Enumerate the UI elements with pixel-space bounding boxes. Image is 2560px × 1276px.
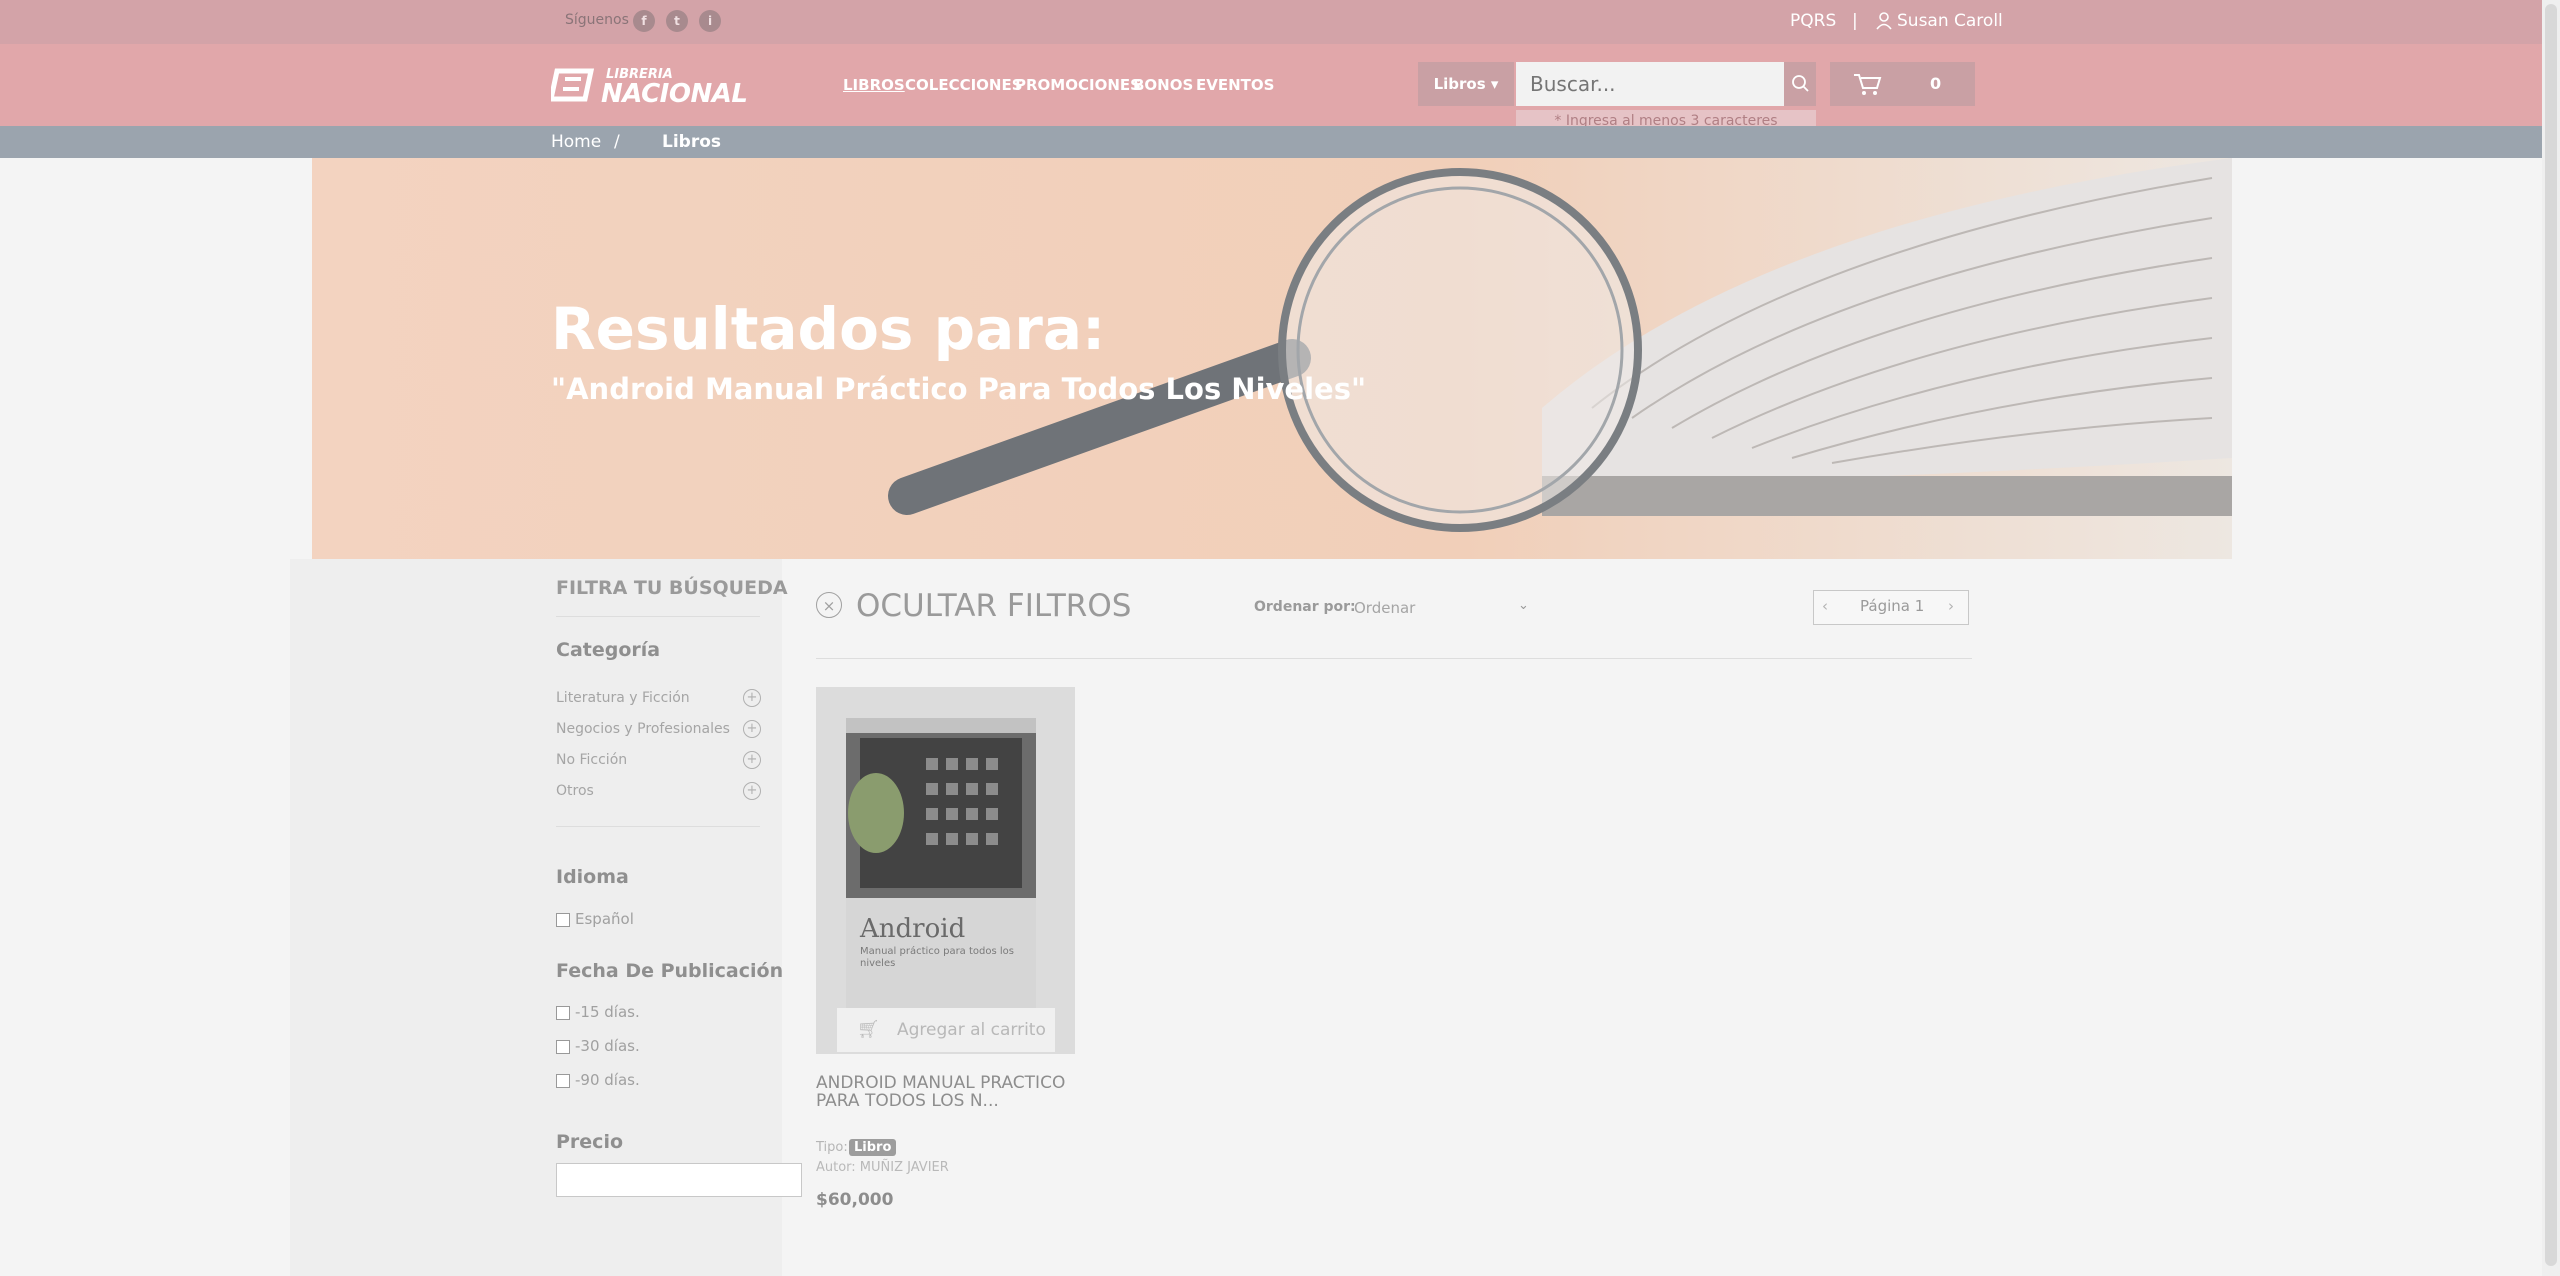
expand-icon[interactable]: +: [743, 720, 761, 738]
date-15-label: -15 días.: [575, 1003, 640, 1021]
product-type-badge: Libro: [849, 1139, 897, 1156]
product-name[interactable]: ANDROID MANUAL PRACTICO PARA TODOS LOS N…: [816, 1074, 1078, 1110]
search-button[interactable]: [1784, 62, 1816, 106]
category-no-ficcion[interactable]: No Ficción: [556, 752, 627, 768]
cover-title: Android: [860, 914, 966, 944]
price-title: Precio: [556, 1131, 624, 1153]
language-title: Idioma: [556, 866, 629, 888]
product-type-label: Tipo:: [816, 1140, 848, 1155]
filters-title: FILTRA TU BÚSQUEDA: [556, 577, 788, 599]
nav-promociones[interactable]: PROMOCIONES: [1015, 76, 1141, 94]
nav-eventos[interactable]: EVENTOS: [1196, 76, 1274, 94]
language-label: Español: [575, 910, 634, 928]
user-icon[interactable]: [1876, 11, 1892, 31]
twitter-icon[interactable]: t: [666, 10, 688, 32]
price-input[interactable]: [556, 1163, 802, 1197]
category-literatura[interactable]: Literatura y Ficción: [556, 690, 690, 706]
cart-icon: 🛒︎: [857, 1019, 880, 1040]
page-label: Página 1: [1860, 597, 1925, 615]
product-cover-image[interactable]: Android Manual práctico para todos los n…: [846, 718, 1036, 1008]
category-dropdown-button[interactable]: Libros ▾: [1418, 62, 1514, 106]
top-bar: [0, 0, 2542, 44]
breadcrumb: [0, 126, 2542, 158]
cart-button[interactable]: [1830, 62, 1975, 106]
category-negocios[interactable]: Negocios y Profesionales: [556, 721, 730, 737]
cover-subtitle: Manual práctico para todos los niveles: [860, 946, 1014, 969]
date-30-label: -30 días.: [575, 1037, 640, 1055]
nav-libros[interactable]: LIBROS: [843, 76, 905, 94]
cart-icon: [1854, 74, 1882, 95]
category-title: Categoría: [556, 639, 661, 661]
breadcrumb-home[interactable]: Home: [551, 132, 601, 152]
product-author: Autor: MUÑIZ JAVIER: [816, 1160, 949, 1175]
logo-text-main: NACIONAL: [601, 79, 748, 109]
nav-bonos[interactable]: BONOS: [1133, 76, 1193, 94]
close-icon[interactable]: ×: [816, 592, 842, 618]
chevron-left-icon[interactable]: ‹: [1822, 597, 1828, 615]
divider: [556, 616, 760, 617]
date-90-checkbox[interactable]: [556, 1074, 570, 1088]
breadcrumb-separator: /: [614, 132, 620, 152]
user-name-link[interactable]: Susan Caroll: [1897, 11, 2003, 31]
chevron-down-icon[interactable]: ⌄: [1518, 598, 1529, 613]
cart-count: 0: [1930, 74, 1942, 93]
search-input[interactable]: [1516, 62, 1784, 106]
follow-label: Síguenos: [565, 12, 629, 28]
pqrs-link[interactable]: PQRS: [1790, 11, 1836, 31]
site-logo[interactable]: LIBRERIA NACIONAL: [551, 63, 755, 109]
sort-label: Ordenar por:: [1254, 599, 1356, 615]
nav-colecciones[interactable]: COLECCIONES: [905, 76, 1023, 94]
results-title: Resultados para:: [551, 295, 1106, 363]
category-otros[interactable]: Otros: [556, 783, 594, 799]
divider: [816, 658, 1972, 659]
expand-icon[interactable]: +: [743, 782, 761, 800]
topbar-separator: |: [1852, 11, 1858, 31]
facebook-icon[interactable]: f: [633, 10, 655, 32]
divider: [556, 826, 760, 827]
sort-select[interactable]: Ordenar: [1354, 599, 1534, 617]
logo-mark-icon: [551, 68, 595, 102]
scrollbar-thumb[interactable]: [2545, 4, 2557, 1266]
product-price: $60,000: [816, 1190, 894, 1210]
expand-icon[interactable]: +: [743, 689, 761, 707]
add-to-cart-label: Agregar al carrito: [897, 1020, 1046, 1040]
language-checkbox[interactable]: [556, 913, 570, 927]
hide-filters-button[interactable]: OCULTAR FILTROS: [856, 588, 1131, 624]
date-title: Fecha De Publicación: [556, 960, 784, 982]
chevron-right-icon[interactable]: ›: [1948, 597, 1954, 615]
date-30-checkbox[interactable]: [556, 1040, 570, 1054]
date-90-label: -90 días.: [575, 1071, 640, 1089]
instagram-icon[interactable]: i: [699, 10, 721, 32]
date-15-checkbox[interactable]: [556, 1006, 570, 1020]
expand-icon[interactable]: +: [743, 751, 761, 769]
breadcrumb-current: Libros: [662, 132, 722, 152]
search-query: "Android Manual Práctico Para Todos Los …: [551, 372, 1367, 406]
search-icon: [1792, 75, 1809, 92]
